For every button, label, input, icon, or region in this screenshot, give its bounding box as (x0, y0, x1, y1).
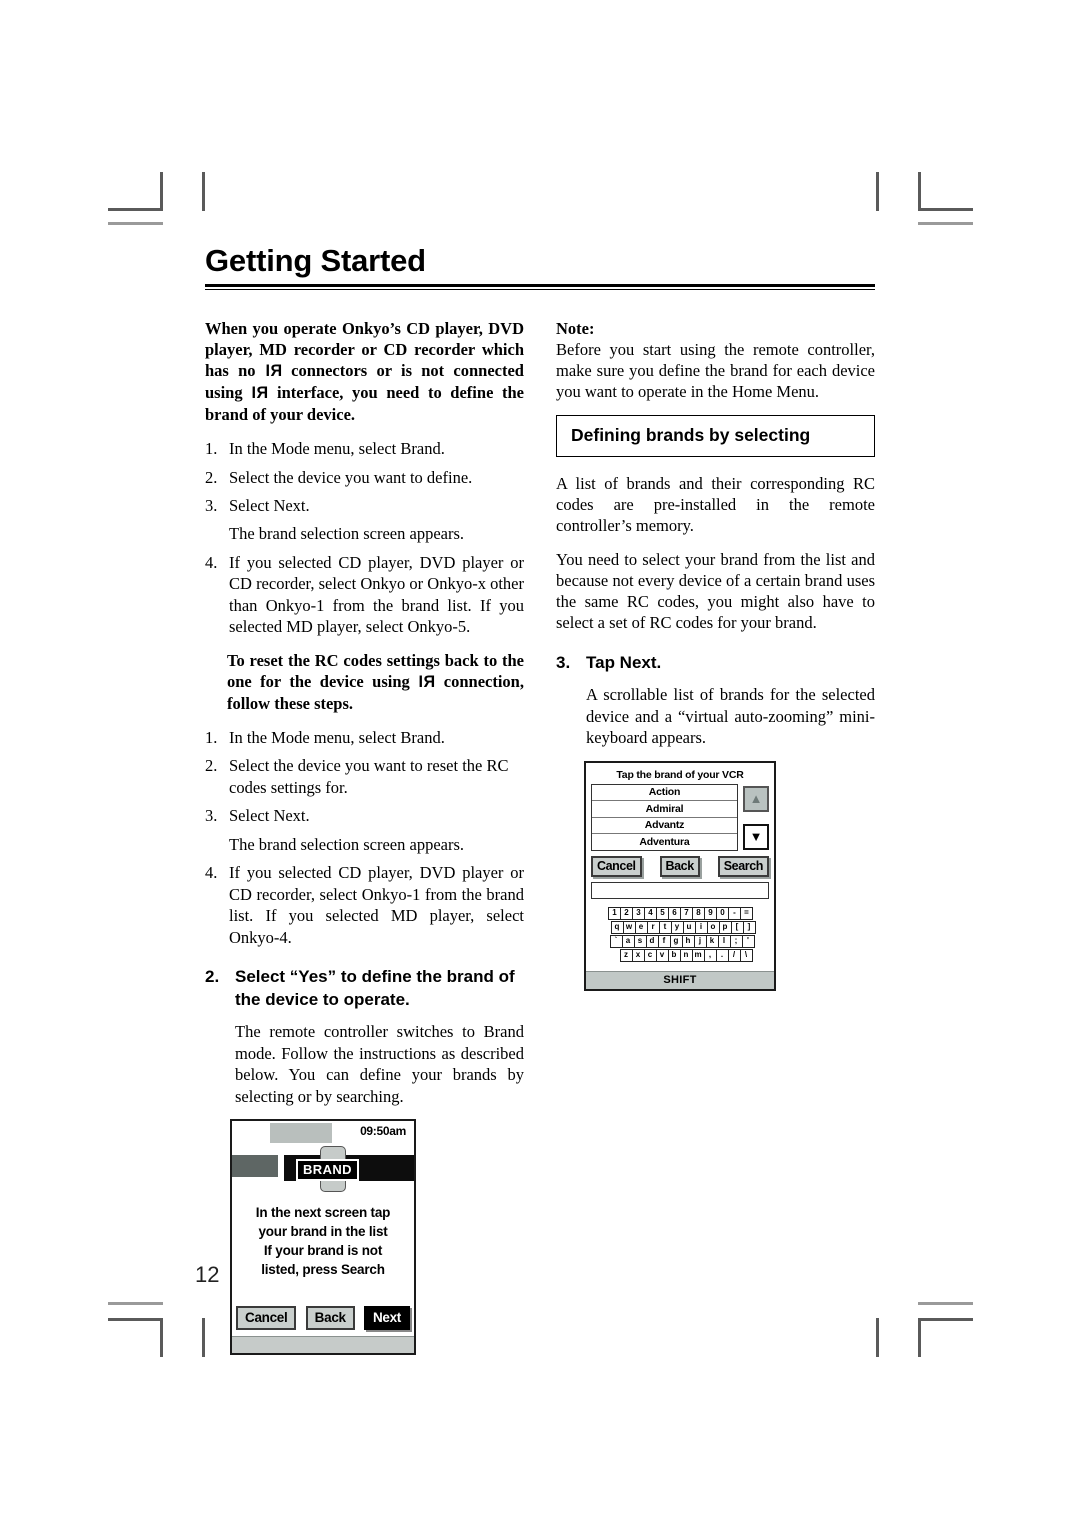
step-number: 4. (205, 552, 218, 572)
section-3-heading: 3. Tap Next. (556, 652, 875, 675)
clock-display: 09:50am (360, 1123, 406, 1138)
step-text: Select Next. (229, 806, 310, 826)
step-text: Select Next. (229, 495, 310, 515)
paragraph-2: You need to select your brand from the l… (556, 549, 875, 633)
list-item: 4. If you selected CD player, DVD player… (205, 862, 524, 948)
step-number: 1. (205, 728, 218, 748)
keyboard-row: 1 2 3 4 5 6 7 8 9 0- = (593, 906, 767, 920)
step-number: 4. (205, 863, 218, 883)
list-item: 1. In the Mode menu, select Brand. (205, 438, 524, 459)
procedure-list-b: 1. In the Mode menu, select Brand. 2. Se… (205, 727, 524, 948)
keyboard-row: q w e r t y u i o p[] (593, 920, 767, 934)
reset-bold-paragraph: To reset the RC codes settings back to t… (227, 650, 524, 714)
ri-logo-icon: RI (251, 383, 269, 402)
next-button[interactable]: Next (363, 1305, 410, 1330)
paragraph-1: A list of brands and their corresponding… (556, 473, 875, 536)
section-3-body: A scrollable list of brands for the sele… (586, 685, 875, 748)
back-button[interactable]: Back (659, 855, 700, 877)
message-line: your brand in the list (258, 1224, 388, 1240)
list-item: 2. Select the device you want to define. (205, 467, 524, 488)
mini-keyboard: 1 2 3 4 5 6 7 8 9 0- = q w e r t y u i o p[] ` a s d f g h j k l; ' z… (591, 906, 769, 971)
lcd-footer-bar (232, 1335, 414, 1353)
message-line: In the next screen tap (255, 1204, 391, 1220)
section-2-heading: 2. Select “Yes” to define the brand of t… (205, 966, 524, 1011)
mode-title-bar: BRAND (284, 1145, 414, 1192)
step-number: 3. (205, 806, 218, 826)
list-item: 1. In the Mode menu, select Brand. (205, 727, 524, 748)
left-column: When you operate Onkyo’s CD player, DVD … (205, 318, 524, 1355)
shift-key[interactable]: SHIFT (586, 970, 774, 989)
list-item: 3. Select Next. (205, 805, 524, 826)
section-heading-text: Select “Yes” to define the brand of the … (235, 966, 515, 1009)
step-text: In the Mode menu, select Brand. (229, 728, 445, 748)
right-column: Note: Before you start using the remote … (556, 318, 875, 991)
keyboard-row: ` a s d f g h j k l; ' (593, 934, 767, 948)
figure-brand-screen: 09:50am BRAND In the next screen tap you… (230, 1118, 416, 1355)
list-item[interactable]: Admiral (592, 801, 737, 818)
step-text: If you selected CD player, DVD player or… (229, 552, 524, 637)
lcd-button-row: Cancel Back Search (591, 851, 769, 882)
page-number: 12 (195, 1262, 220, 1287)
two-column-layout: When you operate Onkyo’s CD player, DVD … (205, 318, 875, 1355)
list-prompt-title: Tap the brand of your VCR (616, 768, 744, 781)
scroll-controls: ▲ ▼ (743, 784, 769, 851)
page-content: Getting Started When you operate Onkyo’s… (205, 243, 875, 1355)
step-number: 3. (205, 495, 218, 515)
section-heading-text: Tap Next. (586, 652, 662, 672)
back-button[interactable]: Back (305, 1305, 355, 1330)
brand-list[interactable]: Action Admiral Advantz Adventura (591, 783, 738, 851)
lcd-button-row: Cancel Back Next (232, 1305, 414, 1336)
message-line: listed, press Search (261, 1262, 385, 1278)
arrow-up-icon[interactable]: ▲ (743, 785, 769, 812)
step-text: Select the device you want to define. (229, 467, 473, 487)
ri-logo-icon: RI (264, 362, 282, 381)
step-result-note: The brand selection screen appears. (229, 834, 465, 854)
list-item: 2. Select the device you want to reset t… (205, 755, 524, 798)
list-item: 3. Select Next. (205, 495, 524, 516)
list-item[interactable]: Advantz (592, 818, 737, 835)
page-title: Getting Started (205, 243, 426, 278)
search-button[interactable]: Search (717, 855, 769, 877)
note-label: Note: (556, 318, 595, 338)
intro-bold-paragraph: When you operate Onkyo’s CD player, DVD … (205, 318, 524, 426)
key-][interactable]: ] (742, 920, 756, 934)
title-rule (205, 283, 875, 287)
step-number: 2. (205, 756, 218, 776)
title-rule-thin (205, 288, 875, 290)
step-text: If you selected CD player, DVD player or… (229, 863, 524, 947)
section-number: 3. (556, 652, 571, 672)
cancel-button[interactable]: Cancel (591, 855, 642, 877)
step-text: Select the device you want to reset the … (229, 756, 509, 797)
search-input[interactable] (591, 881, 769, 899)
key-=[interactable]: = (740, 906, 753, 920)
brand-list-area: Action Admiral Advantz Adventura ▲ ▼ (591, 783, 769, 851)
step-number: 2. (205, 467, 218, 487)
section-2-body: The remote controller switches to Brand … (235, 1022, 524, 1106)
step-text: In the Mode menu, select Brand. (229, 439, 445, 459)
list-item[interactable]: Action (592, 785, 737, 802)
cancel-button[interactable]: Cancel (236, 1305, 297, 1330)
status-block-light (270, 1122, 332, 1143)
note-body: Before you start using the remote contro… (556, 339, 875, 402)
step-number: 1. (205, 439, 218, 459)
section-number: 2. (205, 966, 220, 986)
section-heading-box: Defining brands by selecting (556, 414, 875, 457)
list-item: 4. If you selected CD player, DVD player… (205, 552, 524, 638)
keyboard-row: z x c v b n m,. / \ (593, 948, 767, 962)
status-block-dark (232, 1154, 278, 1177)
message-line: If your brand is not (263, 1243, 383, 1259)
mode-label: BRAND (296, 1158, 359, 1181)
key-'[interactable]: ' (741, 934, 755, 948)
procedure-list-a: 1. In the Mode menu, select Brand. 2. Se… (205, 438, 524, 638)
lcd-message: In the next screen tap your brand in the… (232, 1181, 414, 1306)
figure-brand-list-screen: Tap the brand of your VCR Action Admiral… (584, 760, 776, 991)
step-result-note: The brand selection screen appears. (229, 524, 465, 544)
ri-logo-icon: RI (418, 672, 436, 691)
arrow-down-icon[interactable]: ▼ (743, 823, 769, 850)
key-\[interactable]: \ (739, 948, 753, 962)
list-item[interactable]: Adventura (592, 834, 737, 850)
